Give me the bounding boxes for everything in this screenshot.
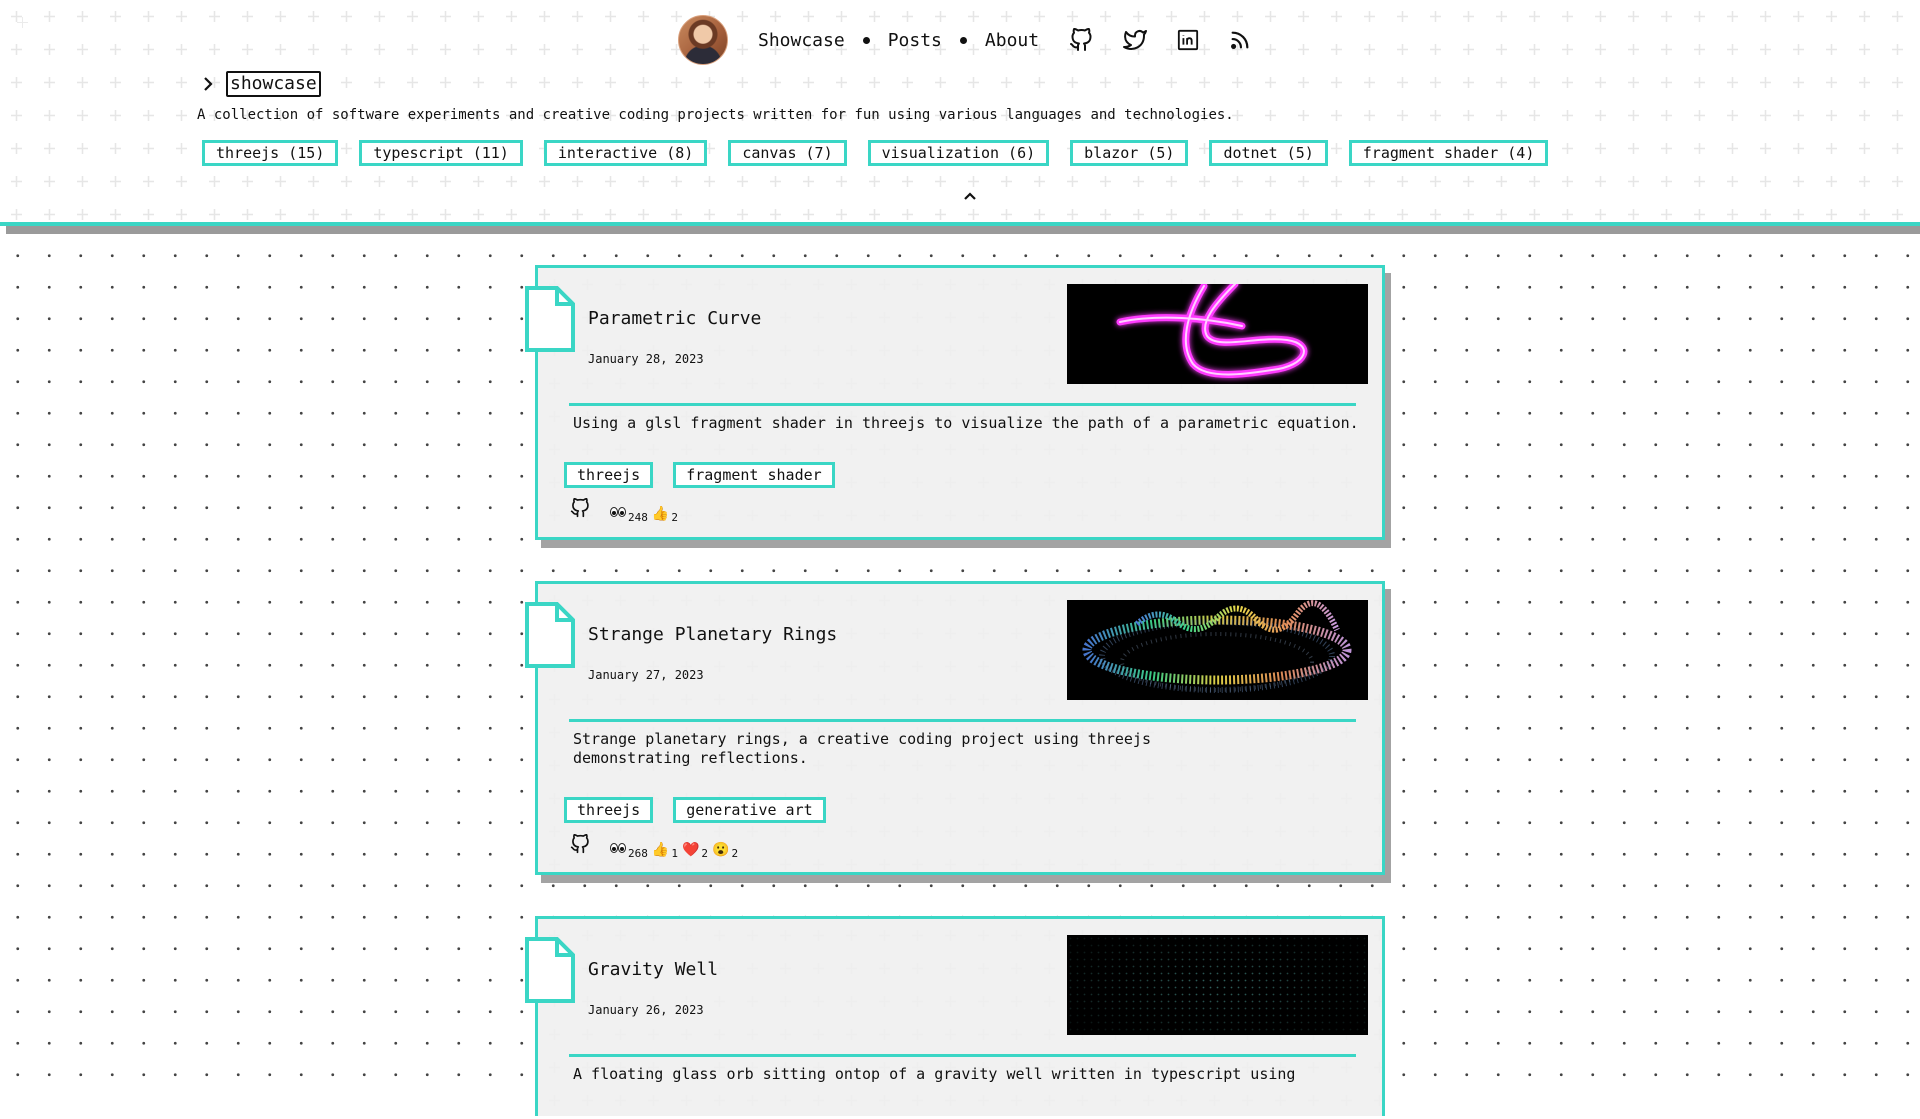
surprised-face-icon: 😮 <box>712 842 730 858</box>
social-links <box>1069 28 1251 52</box>
card-divider <box>569 719 1356 722</box>
avatar[interactable] <box>678 15 728 65</box>
reaction-count: 2 <box>731 847 739 860</box>
card-divider <box>569 403 1356 406</box>
nav-separator <box>862 36 870 44</box>
reaction-thumbs-up[interactable]: 👍 2 <box>651 506 678 524</box>
post-list: Parametric Curve January 28, 2023 Using … <box>0 234 1920 1119</box>
post-thumbnail[interactable] <box>1067 284 1368 384</box>
chevron-right-icon <box>204 77 213 91</box>
tag-filter-list: threejs (15) typescript (11) interactive… <box>202 140 1549 166</box>
chevron-up-icon[interactable] <box>963 190 977 202</box>
post-title[interactable]: Strange Planetary Rings <box>588 624 837 645</box>
view-count: 248 <box>610 507 648 524</box>
post-title[interactable]: Parametric Curve <box>588 308 761 329</box>
post-description: A floating glass orb sitting ontop of a … <box>573 1065 1296 1083</box>
post-tag[interactable]: fragment shader <box>673 462 835 488</box>
post-thumbnail[interactable] <box>1067 935 1368 1035</box>
reaction-thumbs-up[interactable]: 👍 1 <box>651 842 678 860</box>
post-date: January 28, 2023 <box>588 352 704 366</box>
post-meta: 268 👍 1 ❤️ 2 😮 2 <box>570 833 742 860</box>
tag-filter-threejs[interactable]: threejs (15) <box>202 140 339 166</box>
github-icon[interactable] <box>570 497 590 521</box>
eyes-icon <box>610 843 626 853</box>
view-count: 268 <box>610 843 648 860</box>
rss-icon[interactable] <box>1229 29 1251 51</box>
nav-separator <box>959 36 967 44</box>
breadcrumb: showcase <box>198 71 321 97</box>
post-tag[interactable]: threejs <box>564 797 654 823</box>
site-header: Showcase Posts About showcase A collecti… <box>0 0 1920 222</box>
reaction-count: 1 <box>671 847 678 860</box>
thumbs-up-icon: 👍 <box>651 842 670 858</box>
eyes-icon <box>610 507 626 517</box>
github-icon[interactable] <box>1069 28 1093 52</box>
nav-link-posts[interactable]: Posts <box>888 30 942 51</box>
document-icon <box>525 286 575 352</box>
reaction-count: 2 <box>671 511 678 524</box>
tag-filter-visualization[interactable]: visualization (6) <box>867 140 1050 166</box>
post-date: January 27, 2023 <box>588 668 704 682</box>
post-card[interactable]: Strange Planetary Rings January 27, 2023 <box>525 581 1385 875</box>
document-icon <box>525 602 575 668</box>
post-card[interactable]: Parametric Curve January 28, 2023 Using … <box>525 265 1385 540</box>
header-shadow <box>6 226 1920 234</box>
tag-filter-typescript[interactable]: typescript (11) <box>359 140 523 166</box>
post-description: Using a glsl fragment shader in threejs … <box>573 414 1359 432</box>
nav-link-about[interactable]: About <box>985 30 1039 51</box>
post-description: Strange planetary rings, a creative codi… <box>573 730 1151 767</box>
tag-filter-blazor[interactable]: blazor (5) <box>1070 140 1189 166</box>
document-icon <box>525 937 575 1003</box>
heart-icon: ❤️ <box>681 842 700 858</box>
view-count-value: 248 <box>628 511 648 524</box>
page-subtitle: A collection of software experiments and… <box>197 107 1234 123</box>
github-icon[interactable] <box>570 833 590 857</box>
post-date: January 26, 2023 <box>588 1003 704 1017</box>
main-nav: Showcase Posts About <box>678 14 1251 66</box>
linkedin-icon[interactable] <box>1177 29 1199 51</box>
tag-filter-interactive[interactable]: interactive (8) <box>543 140 708 166</box>
post-tags: threejs generative art <box>564 797 826 823</box>
reaction-heart[interactable]: ❤️ 2 <box>681 842 708 860</box>
reaction-surprised[interactable]: 😮 2 <box>712 842 739 860</box>
tag-filter-dotnet[interactable]: dotnet (5) <box>1209 140 1328 166</box>
twitter-icon[interactable] <box>1123 28 1148 52</box>
post-tag[interactable]: generative art <box>673 797 826 823</box>
nav-link-showcase[interactable]: Showcase <box>758 30 845 51</box>
post-tag[interactable]: threejs <box>564 462 654 488</box>
tag-filter-canvas[interactable]: canvas (7) <box>728 140 847 166</box>
view-count-value: 268 <box>628 847 648 860</box>
post-card[interactable]: Gravity Well January 26, 2023 A floating… <box>525 916 1385 1119</box>
post-title[interactable]: Gravity Well <box>588 959 718 980</box>
card-divider <box>569 1054 1356 1057</box>
post-meta: 248 👍 2 <box>570 497 682 524</box>
post-thumbnail[interactable] <box>1067 600 1368 700</box>
post-tags: threejs fragment shader <box>564 462 835 488</box>
reaction-count: 2 <box>701 847 708 860</box>
tag-filter-fragment-shader[interactable]: fragment shader (4) <box>1348 140 1549 166</box>
breadcrumb-current[interactable]: showcase <box>226 71 321 97</box>
thumbs-up-icon: 👍 <box>651 506 670 522</box>
